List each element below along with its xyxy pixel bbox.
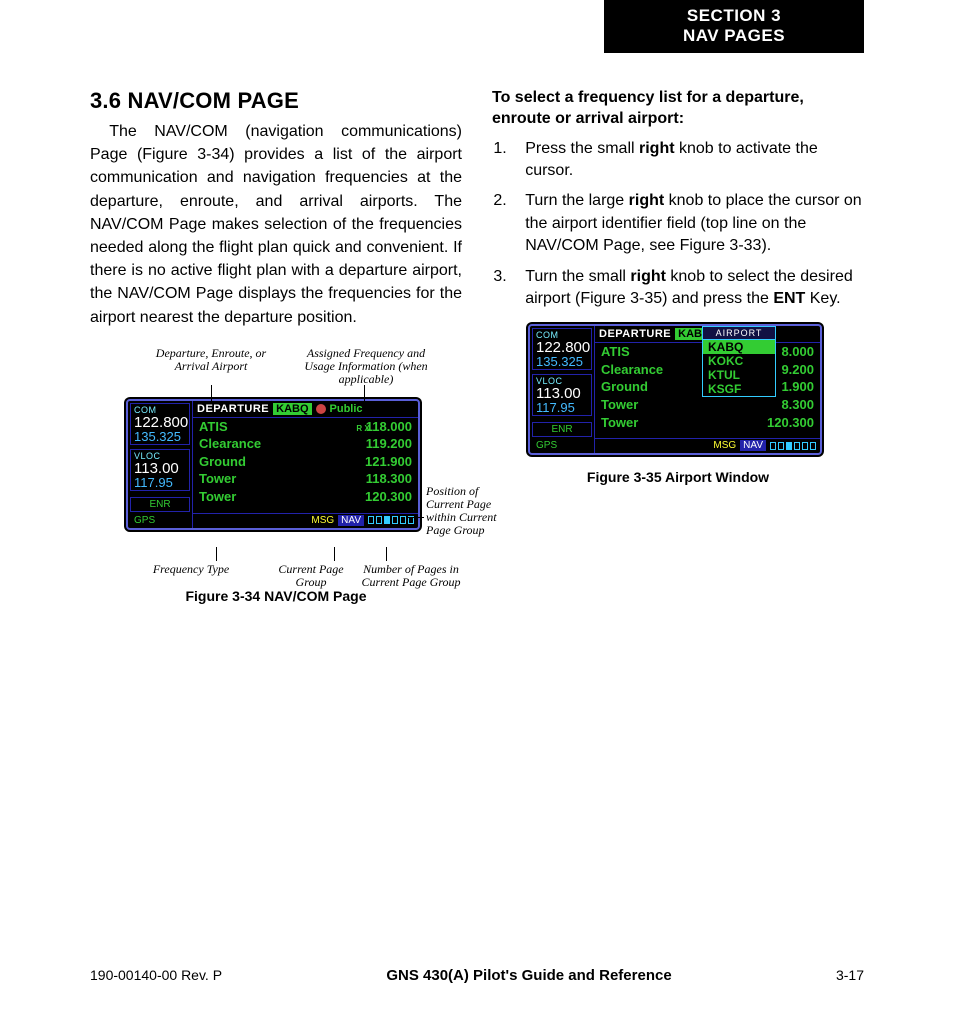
annot-pages-count: Number of Pages in Current Page Group (356, 563, 466, 589)
popup-item: KABQ (703, 340, 775, 354)
vloc-active: 113.00 (134, 461, 186, 476)
figure-3-35: COM 122.800 135.325 VLOC 113.00 117.95 E… (528, 324, 828, 485)
vloc-standby: 117.95 (134, 476, 186, 489)
nav-page-group: NAV (338, 515, 364, 526)
steps-list: Press the small right knob to activate t… (492, 138, 864, 311)
step-3: Turn the small right knob to select the … (511, 266, 864, 311)
section-tab: SECTION 3 NAV PAGES (604, 0, 864, 53)
fig35-caption: Figure 3-35 Airport Window (528, 469, 828, 485)
msg-indicator: MSG (311, 515, 334, 526)
annot-dep-enr-arr: Departure, Enroute, or Arrival Airport (146, 347, 276, 373)
gps-indicator: GPS (130, 514, 190, 528)
annot-freq-usage: Assigned Frequency and Usage Information… (296, 347, 436, 387)
freq-row: Ground121.900 (193, 453, 418, 471)
fig34-caption: Figure 3-34 NAV/COM Page (90, 588, 462, 604)
intro-paragraph: The NAV/COM (navigation communications) … (90, 120, 462, 329)
com-active: 122.800 (134, 415, 186, 430)
gps-display-fig34: COM 122.800 135.325 VLOC 113.00 117.95 E… (126, 399, 420, 530)
footer-left: 190-00140-00 Rev. P (90, 967, 222, 983)
popup-item: KSGF (703, 382, 775, 396)
footer-center: GNS 430(A) Pilot's Guide and Reference (386, 967, 671, 984)
airport-id: KABQ (273, 403, 311, 415)
howto-title: To select a frequency list for a departu… (492, 88, 864, 130)
step-1: Press the small right knob to activate t… (511, 138, 864, 183)
dep-label: DEPARTURE (197, 403, 269, 415)
page-footer: 190-00140-00 Rev. P GNS 430(A) Pilot's G… (90, 967, 864, 984)
airport-symbol-icon (316, 404, 326, 414)
gps-display-fig35: COM 122.800 135.325 VLOC 113.00 117.95 E… (528, 324, 822, 455)
figure-3-34: Departure, Enroute, or Arrival Airport A… (126, 347, 426, 586)
annot-page-group: Current Page Group (266, 563, 356, 589)
step-2: Turn the large right knob to place the c… (511, 190, 864, 257)
freq-row: Tower120.300 (193, 488, 418, 506)
annot-freq-type: Frequency Type (146, 563, 236, 576)
section-tab-line2: NAV PAGES (604, 26, 864, 46)
freq-row: Tower118.300 (193, 470, 418, 488)
footer-right: 3-17 (836, 967, 864, 983)
freq-row: Clearance119.200 (193, 435, 418, 453)
com-standby: 135.325 (134, 430, 186, 443)
page-heading: 3.6 NAV/COM PAGE (90, 88, 462, 114)
public-label: Public (330, 403, 363, 415)
annot-page-position: Position of Current Page within Current … (426, 485, 516, 538)
section-tab-line1: SECTION 3 (604, 6, 864, 26)
enr-indicator: ENR (130, 497, 190, 512)
popup-item: KOKC (703, 354, 775, 368)
popup-item: KTUL (703, 368, 775, 382)
freq-row: ATISR X118.000 (193, 418, 418, 436)
popup-title: AIRPORT (703, 327, 775, 340)
airport-popup: AIRPORT KABQ KOKC KTUL KSGF (702, 326, 776, 397)
